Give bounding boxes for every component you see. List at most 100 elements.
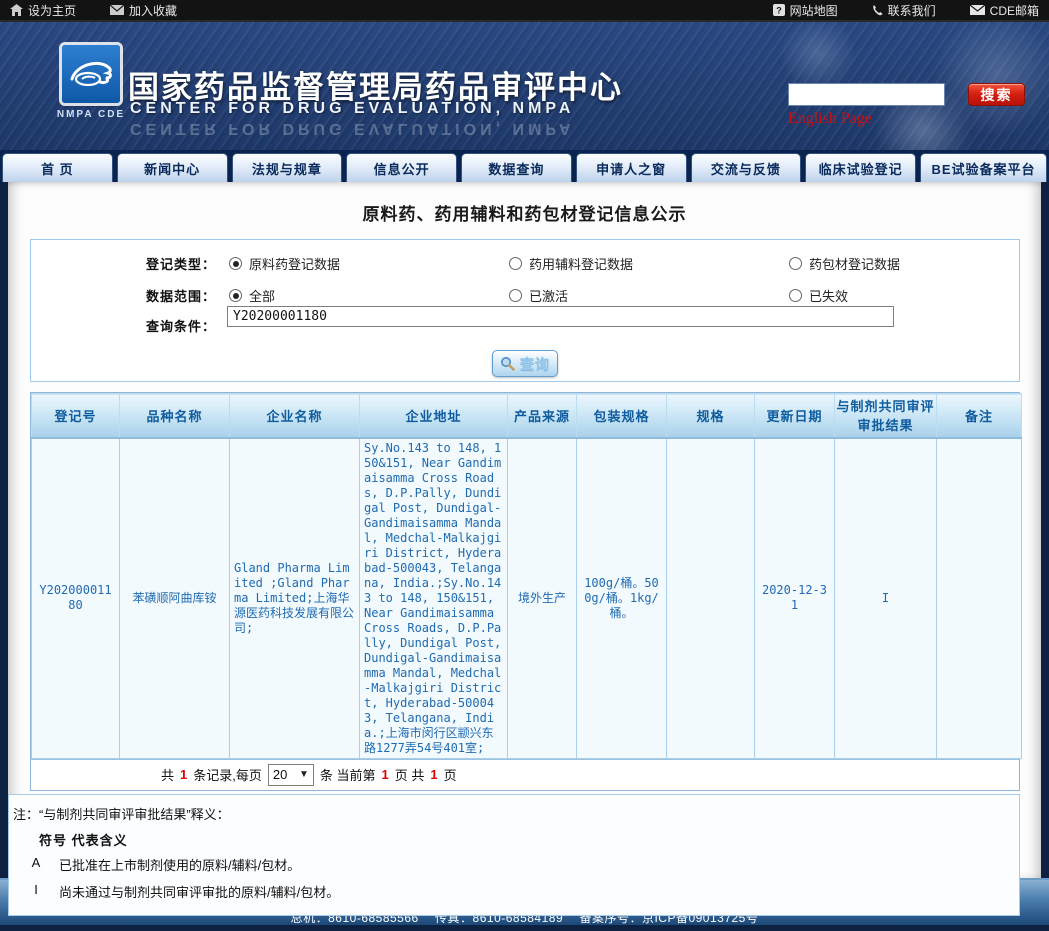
site-subtitle: CENTER FOR DRUG EVALUATION, NMPA (130, 100, 574, 118)
radio-api-data[interactable]: 原料药登记数据 (229, 254, 340, 273)
form-row-query: 查询条件： (31, 316, 1019, 335)
cell-remark (937, 438, 1022, 759)
site-subtitle-wrap: CENTER FOR DRUG EVALUATION, NMPA CENTER … (130, 100, 574, 137)
col-header-reg-no: 登记号 (32, 394, 120, 438)
phone-icon (872, 4, 883, 16)
col-header-remark: 备注 (937, 394, 1022, 438)
query-condition-label: 查询条件： (31, 316, 216, 335)
nav-tab-clinical-trial[interactable]: 临床试验登记 (805, 153, 916, 182)
envelope-icon (970, 5, 985, 15)
cell-review-result: I (835, 438, 937, 759)
page-content: 原料药、药用辅料和药包材登记信息公示 登记类型： 原料药登记数据 药用辅料登记数… (8, 182, 1041, 878)
radio-unchecked-icon (789, 257, 802, 270)
col-header-update-date: 更新日期 (755, 394, 835, 438)
radio-expired-label: 已失效 (809, 286, 848, 305)
cell-product-source: 境外生产 (508, 438, 577, 759)
radio-unchecked-icon (509, 257, 522, 270)
site-header: NMPA CDE 国家药品监督管理局药品审评中心 CENTER FOR DRUG… (0, 22, 1049, 150)
contact-link[interactable]: 联系我们 (872, 2, 936, 19)
sitemap-link[interactable]: ? 网站地图 (773, 2, 838, 19)
query-button-row: 查询 (31, 350, 1019, 377)
home-icon (10, 4, 23, 16)
radio-activated[interactable]: 已激活 (509, 286, 568, 305)
mail-icon (110, 5, 124, 15)
query-button[interactable]: 查询 (492, 350, 558, 377)
nav-tab-regulations[interactable]: 法规与规章 (232, 153, 343, 182)
cell-update-date: 2020-12-31 (755, 438, 835, 759)
radio-excipient-data[interactable]: 药用辅料登记数据 (509, 254, 633, 273)
pagination-page-text: 页 共 (395, 765, 425, 784)
nav-tab-feedback[interactable]: 交流与反馈 (691, 153, 802, 182)
logo-block: NMPA CDE (55, 45, 127, 120)
radio-expired[interactable]: 已失效 (789, 286, 848, 305)
query-condition-input[interactable] (227, 306, 894, 327)
cde-mail-link[interactable]: CDE邮箱 (970, 2, 1039, 19)
cell-product-name: 苯磺顺阿曲库铵 (120, 438, 230, 759)
scope-label: 数据范围： (31, 286, 216, 305)
set-home-link[interactable]: 设为主页 (10, 2, 76, 19)
cell-company-name: Gland Pharma Limited ;Gland Pharma Limit… (230, 438, 360, 759)
radio-checked-icon (229, 257, 242, 270)
nav-tab-news[interactable]: 新闻中心 (117, 153, 228, 182)
per-page-value: 20 (273, 767, 287, 782)
add-favorite-label: 加入收藏 (129, 2, 177, 19)
radio-unchecked-icon (789, 289, 802, 302)
nav-tab-info-disclosure[interactable]: 信息公开 (346, 153, 457, 182)
radio-packaging-label: 药包材登记数据 (809, 254, 900, 273)
chevron-down-icon: ▼ (299, 769, 309, 780)
cde-mail-label: CDE邮箱 (990, 2, 1039, 19)
main-nav: 首 页 新闻中心 法规与规章 信息公开 数据查询 申请人之窗 交流与反馈 临床试… (0, 150, 1049, 182)
col-header-company-name: 企业名称 (230, 394, 360, 438)
header-search-button[interactable]: 搜索 (968, 83, 1025, 106)
results-table: 登记号 品种名称 企业名称 企业地址 产品来源 包装规格 规格 更新日期 与制剂… (31, 393, 1022, 759)
pagination-per-text: 条 当前第 (320, 765, 376, 784)
radio-all[interactable]: 全部 (229, 286, 275, 305)
record-count: 1 (180, 767, 187, 782)
note-column-header: 符号 代表含义 (13, 826, 1019, 851)
note-symbol-a: A (13, 855, 59, 874)
cell-package-spec: 100g/桶。500g/桶。1kg/桶。 (577, 438, 667, 759)
note-box: 注：“与制剂共同审评审批结果”释义： 符号 代表含义 A 已批准在上市制剂使用的… (8, 794, 1020, 916)
english-page-link[interactable]: English Page (788, 110, 872, 128)
nav-tab-home[interactable]: 首 页 (2, 153, 113, 182)
topbar: 设为主页 加入收藏 ? 网站地图 联系我们 CDE邮箱 (0, 0, 1049, 22)
nav-tab-data-query[interactable]: 数据查询 (461, 153, 572, 182)
note-meaning-i: 尚未通过与制剂共同审评审批的原料/辅料/包材。 (59, 882, 1019, 901)
pagination-records-text: 条记录,每页 (193, 765, 262, 784)
svg-text:?: ? (776, 6, 782, 16)
type-label: 登记类型： (31, 254, 216, 273)
radio-checked-icon (229, 289, 242, 302)
header-search-input[interactable] (788, 83, 945, 106)
col-header-product-name: 品种名称 (120, 394, 230, 438)
contact-label: 联系我们 (888, 2, 936, 19)
note-meaning-a: 已批准在上市制剂使用的原料/辅料/包材。 (59, 855, 1019, 874)
radio-activated-label: 已激活 (529, 286, 568, 305)
col-header-product-source: 产品来源 (508, 394, 577, 438)
note-row-a: A 已批准在上市制剂使用的原料/辅料/包材。 (13, 851, 1019, 878)
per-page-select[interactable]: 20 ▼ (268, 764, 314, 786)
col-header-package-spec: 包装规格 (577, 394, 667, 438)
nav-tab-applicant-window[interactable]: 申请人之窗 (576, 153, 687, 182)
radio-all-label: 全部 (249, 286, 275, 305)
sitemap-label: 网站地图 (790, 2, 838, 19)
form-row-type: 登记类型： 原料药登记数据 药用辅料登记数据 药包材登记数据 (31, 254, 1019, 273)
pagination-total-text: 共 (161, 765, 174, 784)
col-header-review-result: 与制剂共同审评审批结果 (835, 394, 937, 438)
nav-tab-be-platform[interactable]: BE试验备案平台 (920, 153, 1047, 182)
query-form: 登记类型： 原料药登记数据 药用辅料登记数据 药包材登记数据 数据范围： 全部 (30, 239, 1020, 382)
table-row: Y20200001180 苯磺顺阿曲库铵 Gland Pharma Limite… (32, 438, 1022, 759)
table-header-row: 登记号 品种名称 企业名称 企业地址 产品来源 包装规格 规格 更新日期 与制剂… (32, 394, 1022, 438)
radio-excipient-label: 药用辅料登记数据 (529, 254, 633, 273)
results-table-container: 登记号 品种名称 企业名称 企业地址 产品来源 包装规格 规格 更新日期 与制剂… (30, 392, 1020, 791)
page-title: 原料药、药用辅料和药包材登记信息公示 (8, 182, 1041, 225)
note-title: 注：“与制剂共同审评审批结果”释义： (13, 801, 1019, 826)
note-symbol-i: I (13, 882, 59, 901)
site-subtitle-reflection: CENTER FOR DRUG EVALUATION, NMPA (130, 119, 574, 137)
radio-packaging-data[interactable]: 药包材登记数据 (789, 254, 900, 273)
add-favorite-link[interactable]: 加入收藏 (110, 2, 177, 19)
cell-spec (667, 438, 755, 759)
note-row-i: I 尚未通过与制剂共同审评审批的原料/辅料/包材。 (13, 878, 1019, 905)
help-icon: ? (773, 4, 785, 16)
topbar-left: 设为主页 加入收藏 (10, 2, 177, 19)
set-home-label: 设为主页 (28, 2, 76, 19)
